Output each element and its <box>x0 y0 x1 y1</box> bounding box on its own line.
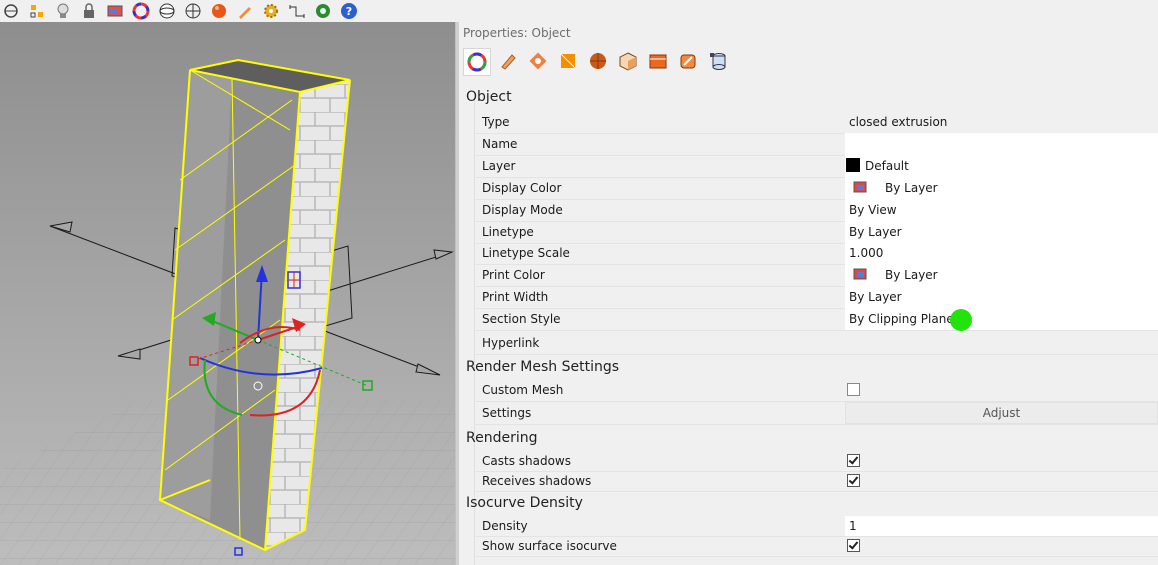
row-display-color: Display Color By Layer <box>474 177 1158 200</box>
layer-icon[interactable] <box>104 0 126 22</box>
hyperlink-value[interactable] <box>845 330 1158 354</box>
row-display-mode: Display Mode By View <box>474 199 1158 222</box>
color-wheel-icon[interactable] <box>130 0 152 22</box>
row-label: Name <box>482 137 518 151</box>
row-label: Receives shadows <box>482 474 592 488</box>
linetype-scale-input[interactable]: 1.000 <box>845 242 1158 264</box>
dimension-icon[interactable] <box>286 0 308 22</box>
row-label: Hyperlink <box>482 336 540 350</box>
section-render-mesh-header[interactable]: Render Mesh Settings <box>466 359 619 375</box>
section-style-dropdown[interactable]: By Clipping Plane <box>845 308 1158 331</box>
section-rendering-header[interactable]: Rendering <box>466 430 538 446</box>
row-linetype-scale: Linetype Scale 1.000 <box>474 242 1158 265</box>
row-section-style: Section Style By Clipping Plane <box>474 308 1158 331</box>
name-input[interactable] <box>845 133 1158 155</box>
panel-title: Properties: Object <box>463 26 571 40</box>
row-settings: Settings Adjust <box>474 402 1158 425</box>
perspective-viewport[interactable] <box>0 22 455 565</box>
render-sphere-icon[interactable] <box>585 48 611 74</box>
main-toolbar: ? <box>0 0 460 22</box>
row-hyperlink: Hyperlink <box>474 330 1158 355</box>
row-layer: Layer Default <box>474 155 1158 178</box>
render-sphere-icon[interactable] <box>208 0 230 22</box>
svg-text:?: ? <box>346 5 352 18</box>
display-color-dropdown[interactable]: By Layer <box>845 177 1158 199</box>
casts-shadows-checkbox[interactable] <box>847 454 860 467</box>
material-pencil-icon[interactable] <box>495 48 521 74</box>
row-name: Name <box>474 133 1158 156</box>
properties-panel: Properties: Object Object Type closed ex… <box>459 22 1158 565</box>
grid-sphere-icon[interactable] <box>182 0 204 22</box>
linetype-dropdown[interactable]: By Layer <box>845 221 1158 243</box>
row-label: Casts shadows <box>482 454 571 468</box>
row-type: Type closed extrusion <box>474 111 1158 134</box>
row-label: Show surface isocurve <box>482 539 617 553</box>
lock-icon[interactable] <box>78 0 100 22</box>
section-isocurve-header[interactable]: Isocurve Density <box>466 495 583 511</box>
row-linetype: Linetype By Layer <box>474 221 1158 244</box>
density-input[interactable]: 1 <box>845 516 1158 536</box>
row-print-color: Print Color By Layer <box>474 264 1158 287</box>
type-value: closed extrusion <box>849 115 948 129</box>
display-mode-dropdown[interactable]: By View <box>845 199 1158 221</box>
section-style-icon[interactable] <box>645 48 671 74</box>
row-receives-shadows: Receives shadows <box>474 471 1158 492</box>
render-box-icon[interactable] <box>675 48 701 74</box>
layer-stack-icon[interactable] <box>705 48 731 74</box>
decal-icon[interactable] <box>525 48 551 74</box>
points-icon[interactable] <box>26 0 48 22</box>
pan-icon[interactable] <box>0 0 22 22</box>
row-label: Print Color <box>482 268 545 282</box>
by-layer-icon <box>853 268 867 280</box>
cursor-indicator <box>950 309 972 331</box>
section-object-header[interactable]: Object <box>466 89 512 105</box>
properties-tabs <box>463 48 735 76</box>
by-layer-icon <box>853 181 867 193</box>
row-label: Linetype <box>482 225 534 239</box>
adjust-button[interactable]: Adjust <box>845 402 1158 424</box>
row-label: Layer <box>482 159 516 173</box>
row-print-width: Print Width By Layer <box>474 286 1158 309</box>
show-isocurve-checkbox[interactable] <box>847 539 860 552</box>
row-density: Density 1 <box>474 516 1158 537</box>
gear-icon[interactable] <box>260 0 282 22</box>
row-label: Custom Mesh <box>482 383 564 397</box>
box-mapping-icon[interactable] <box>615 48 641 74</box>
row-label: Linetype Scale <box>482 246 570 260</box>
custom-mesh-checkbox[interactable] <box>847 383 860 396</box>
row-show-isocurve: Show surface isocurve <box>474 536 1158 557</box>
layer-dropdown[interactable]: Default <box>845 155 1158 177</box>
row-label: Print Width <box>482 290 549 304</box>
receives-shadows-checkbox[interactable] <box>847 474 860 487</box>
row-label: Density <box>482 519 528 533</box>
row-label: Section Style <box>482 312 561 326</box>
row-custom-mesh: Custom Mesh <box>474 379 1158 402</box>
help-icon[interactable]: ? <box>338 0 360 22</box>
globe-icon[interactable] <box>312 0 334 22</box>
viewport-scene <box>0 22 455 565</box>
row-label: Display Color <box>482 181 562 195</box>
row-label: Display Mode <box>482 203 563 217</box>
texture-icon[interactable] <box>555 48 581 74</box>
lightbulb-icon[interactable] <box>52 0 74 22</box>
row-label: Settings <box>482 406 532 420</box>
layer-color-swatch <box>846 158 860 172</box>
row-label: Type <box>482 115 510 129</box>
print-width-dropdown[interactable]: By Layer <box>845 286 1158 308</box>
pencil-icon[interactable] <box>234 0 256 22</box>
print-color-dropdown[interactable]: By Layer <box>845 264 1158 286</box>
object-color-icon[interactable] <box>463 48 491 76</box>
sphere-wire-icon[interactable] <box>156 0 178 22</box>
row-casts-shadows: Casts shadows <box>474 451 1158 472</box>
